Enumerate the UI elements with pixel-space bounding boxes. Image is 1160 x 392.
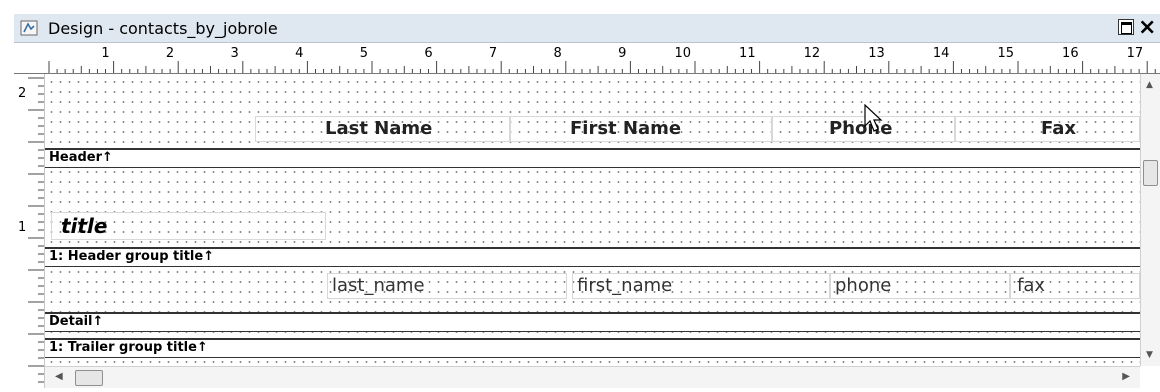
last-name-header[interactable]: Last Name bbox=[325, 118, 432, 139]
ruler-label: 7 bbox=[489, 46, 497, 61]
ruler-label: 11 bbox=[739, 46, 756, 61]
desktop-strip bbox=[0, 0, 1160, 14]
vruler-label-2: 2 bbox=[18, 86, 27, 101]
title-bar[interactable]: Design - contacts_by_jobrole × bbox=[14, 14, 1160, 43]
fax-header[interactable]: Fax bbox=[1041, 118, 1076, 139]
scroll-left-icon[interactable]: ◀ bbox=[55, 371, 63, 382]
horizontal-ruler: 1 2 3 4 5 6 7 8 9 10 11 12 13 14 15 16 17 bbox=[14, 43, 1160, 74]
scroll-up-icon[interactable]: ▲ bbox=[1146, 80, 1153, 90]
band-group-trailer[interactable]: 1: Trailer group title↑ bbox=[45, 338, 1140, 358]
ruler-label: 15 bbox=[997, 46, 1014, 61]
ruler-label: 9 bbox=[618, 46, 626, 61]
last-name-field[interactable]: last_name bbox=[332, 275, 425, 296]
band-detail[interactable]: Detail↑ bbox=[45, 312, 1140, 332]
band-header[interactable]: Header↑ bbox=[45, 148, 1140, 168]
ruler-label: 16 bbox=[1062, 46, 1079, 61]
ruler-label: 3 bbox=[231, 46, 239, 61]
horizontal-scroll-thumb[interactable] bbox=[75, 370, 103, 386]
horizontal-scrollbar[interactable]: ◀ ▶ bbox=[45, 366, 1140, 388]
maximize-icon[interactable] bbox=[1118, 19, 1134, 35]
mouse-pointer-icon bbox=[864, 104, 883, 132]
ruler-label: 17 bbox=[1127, 46, 1144, 61]
ruler-label: 14 bbox=[933, 46, 950, 61]
window-title: Design - contacts_by_jobrole bbox=[48, 19, 278, 38]
ruler-label: 1 bbox=[101, 46, 109, 61]
first-name-field[interactable]: first_name bbox=[577, 275, 672, 296]
vertical-ruler: 2 1 bbox=[14, 74, 45, 388]
ruler-label: 6 bbox=[424, 46, 432, 61]
ruler-label: 5 bbox=[360, 46, 368, 61]
fax-field[interactable]: fax bbox=[1017, 275, 1045, 296]
scroll-right-icon[interactable]: ▶ bbox=[1122, 371, 1130, 382]
scroll-down-icon[interactable]: ▼ bbox=[1146, 350, 1153, 360]
ruler-label: 12 bbox=[804, 46, 821, 61]
ruler-label: 10 bbox=[674, 46, 691, 61]
app-icon bbox=[20, 20, 38, 36]
ruler-label: 13 bbox=[868, 46, 885, 61]
ruler-label: 8 bbox=[554, 46, 562, 61]
design-window: Design - contacts_by_jobrole × 123456789… bbox=[14, 14, 1160, 388]
vertical-scroll-thumb[interactable] bbox=[1143, 160, 1158, 186]
close-icon[interactable]: × bbox=[1138, 15, 1156, 40]
phone-field[interactable]: phone bbox=[835, 275, 891, 296]
first-name-header[interactable]: First Name bbox=[570, 118, 681, 139]
vertical-scrollbar[interactable]: ▲ ▼ bbox=[1140, 74, 1160, 366]
report-canvas[interactable]: Last Name First Name Phone Fax Header↑ t… bbox=[45, 74, 1140, 366]
ruler-label: 2 bbox=[166, 46, 174, 61]
title-field[interactable]: title bbox=[61, 214, 107, 238]
band-group-header[interactable]: 1: Header group title↑ bbox=[45, 247, 1140, 267]
ruler-label: 4 bbox=[295, 46, 303, 61]
vruler-label-1: 1 bbox=[18, 220, 27, 235]
ruler-ticks: 1 2 3 4 5 6 7 8 9 10 11 12 13 14 15 16 17 bbox=[48, 46, 1156, 73]
